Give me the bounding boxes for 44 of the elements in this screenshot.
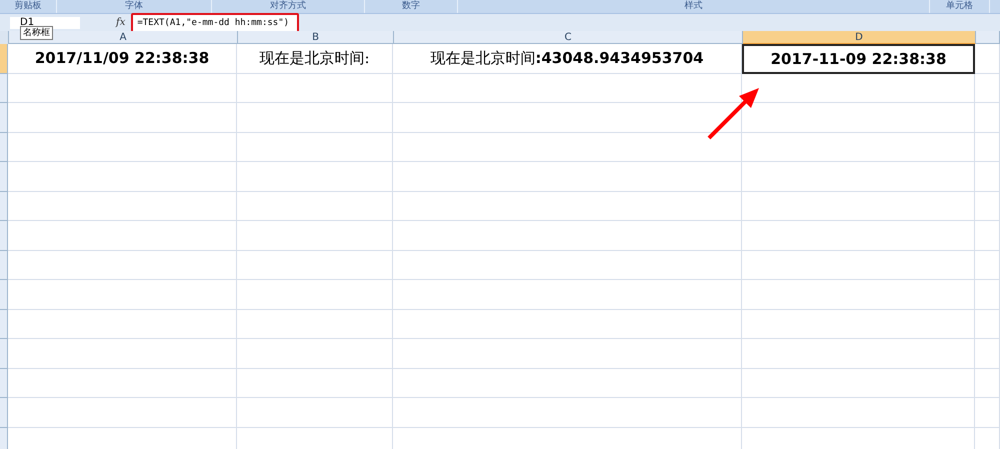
row-header[interactable] [0, 162, 8, 192]
column-header[interactable] [976, 31, 1000, 44]
row-header[interactable] [0, 398, 8, 428]
column-header[interactable]: B [238, 31, 394, 44]
table-cell [975, 44, 1000, 74]
row-header[interactable] [0, 192, 8, 221]
table-cell: 2017-11-09 22:38:38 [742, 44, 975, 74]
table-cell [975, 162, 1000, 192]
table-cell [975, 221, 1000, 250]
row-header[interactable] [0, 428, 8, 449]
table-cell [975, 192, 1000, 221]
table-cell [975, 74, 1000, 103]
ribbon-group-label: 样式 [458, 0, 930, 13]
table-cell [975, 368, 1000, 398]
column-header[interactable]: D [743, 31, 976, 44]
table-cell [975, 250, 1000, 280]
ribbon-group-label: 剪贴板 [0, 0, 57, 13]
row-header[interactable] [0, 44, 8, 74]
table-cell: 2017/11/09 22:38:38 [8, 44, 237, 74]
row-header[interactable] [0, 103, 8, 132]
tooltip: 名称框 [20, 26, 53, 40]
ribbon-group-label: 单元格 [930, 0, 990, 13]
table-cell: 现在是北京时间:43048.9434953704 [393, 44, 742, 74]
name-box[interactable]: D1 [10, 16, 80, 28]
table-cell [975, 310, 1000, 339]
table-cell: 现在是北京时间: [237, 44, 393, 74]
column-header[interactable]: C [394, 31, 743, 44]
row-header[interactable] [0, 280, 8, 310]
table-cell [975, 132, 1000, 162]
row-header[interactable] [0, 221, 8, 250]
formula-field[interactable]: =TEXT(A1,"e-mm-dd hh:mm:ss") [131, 12, 300, 32]
table-cell [975, 398, 1000, 428]
row-header[interactable] [0, 310, 8, 339]
row-header[interactable] [0, 132, 8, 162]
function-button[interactable]: fx [116, 17, 126, 28]
row-header[interactable] [0, 74, 8, 103]
select-all-corner[interactable] [0, 31, 9, 44]
table-cell [975, 280, 1000, 310]
ribbon-group-label: 数字 [365, 0, 458, 13]
row-header[interactable] [0, 339, 8, 368]
table-cell [975, 103, 1000, 132]
table-cell [975, 339, 1000, 368]
row-header[interactable] [0, 250, 8, 280]
row-header[interactable] [0, 368, 8, 398]
